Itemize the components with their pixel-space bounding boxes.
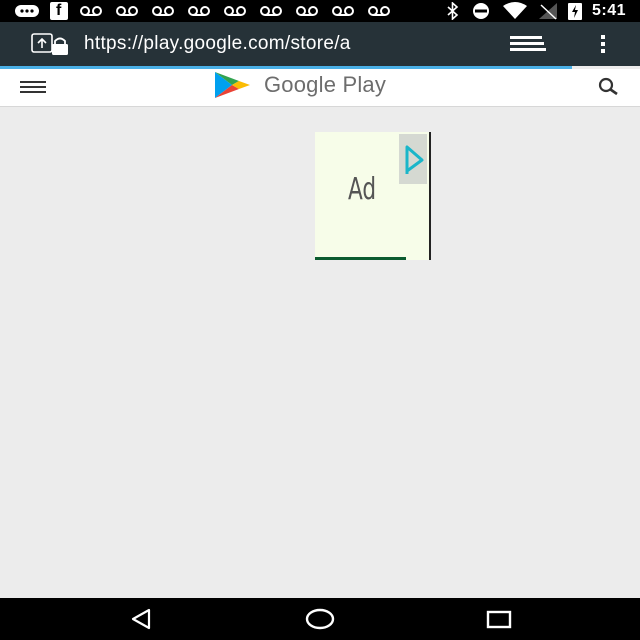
system-navigation-bar	[0, 598, 640, 640]
no-signal-icon	[538, 3, 557, 20]
voicemail-icon	[332, 6, 354, 16]
voicemail-icon	[152, 6, 174, 16]
voicemail-icon	[368, 6, 390, 16]
ad-bottom-bar	[315, 257, 406, 260]
voicemail-icon	[80, 6, 102, 16]
recents-icon[interactable]	[486, 607, 512, 631]
ad-label: Ad	[348, 172, 377, 207]
tabs-icon[interactable]	[508, 34, 548, 54]
battery-charging-icon	[567, 3, 582, 20]
hamburger-icon[interactable]	[20, 81, 46, 95]
voicemail-icon	[260, 6, 282, 16]
ad-right-border	[429, 132, 431, 260]
system-icons: 5:41	[446, 2, 626, 20]
message-icon	[15, 5, 39, 17]
overflow-menu-icon[interactable]	[596, 33, 610, 55]
clock: 5:41	[591, 2, 626, 19]
play-logo-icon	[215, 72, 250, 98]
wifi-icon	[502, 2, 527, 19]
adchoices-icon	[405, 145, 424, 174]
adchoices-button[interactable]	[399, 134, 427, 184]
notification-icons: f	[14, 2, 392, 20]
google-play-header: Google Play	[0, 69, 640, 107]
url-field[interactable]: https://play.google.com/store/a	[84, 32, 484, 56]
search-icon[interactable]	[596, 75, 620, 99]
bluetooth-icon	[447, 2, 459, 20]
status-bar: f 5:41	[0, 0, 640, 22]
voicemail-icon	[224, 6, 246, 16]
home-icon[interactable]	[304, 607, 336, 631]
google-play-logo[interactable]: Google Play	[212, 70, 386, 100]
brand-label: Google Play	[264, 72, 387, 97]
do-not-disturb-icon	[472, 3, 489, 19]
ad-banner[interactable]: Ad	[315, 132, 431, 260]
back-icon[interactable]	[128, 607, 154, 631]
browser-url-bar: https://play.google.com/store/a	[0, 22, 640, 66]
facebook-icon: f	[50, 2, 68, 20]
voicemail-icon	[116, 6, 138, 16]
voicemail-icon	[296, 6, 318, 16]
data-saver-lock-icon[interactable]	[30, 32, 70, 56]
voicemail-icon	[188, 6, 210, 16]
